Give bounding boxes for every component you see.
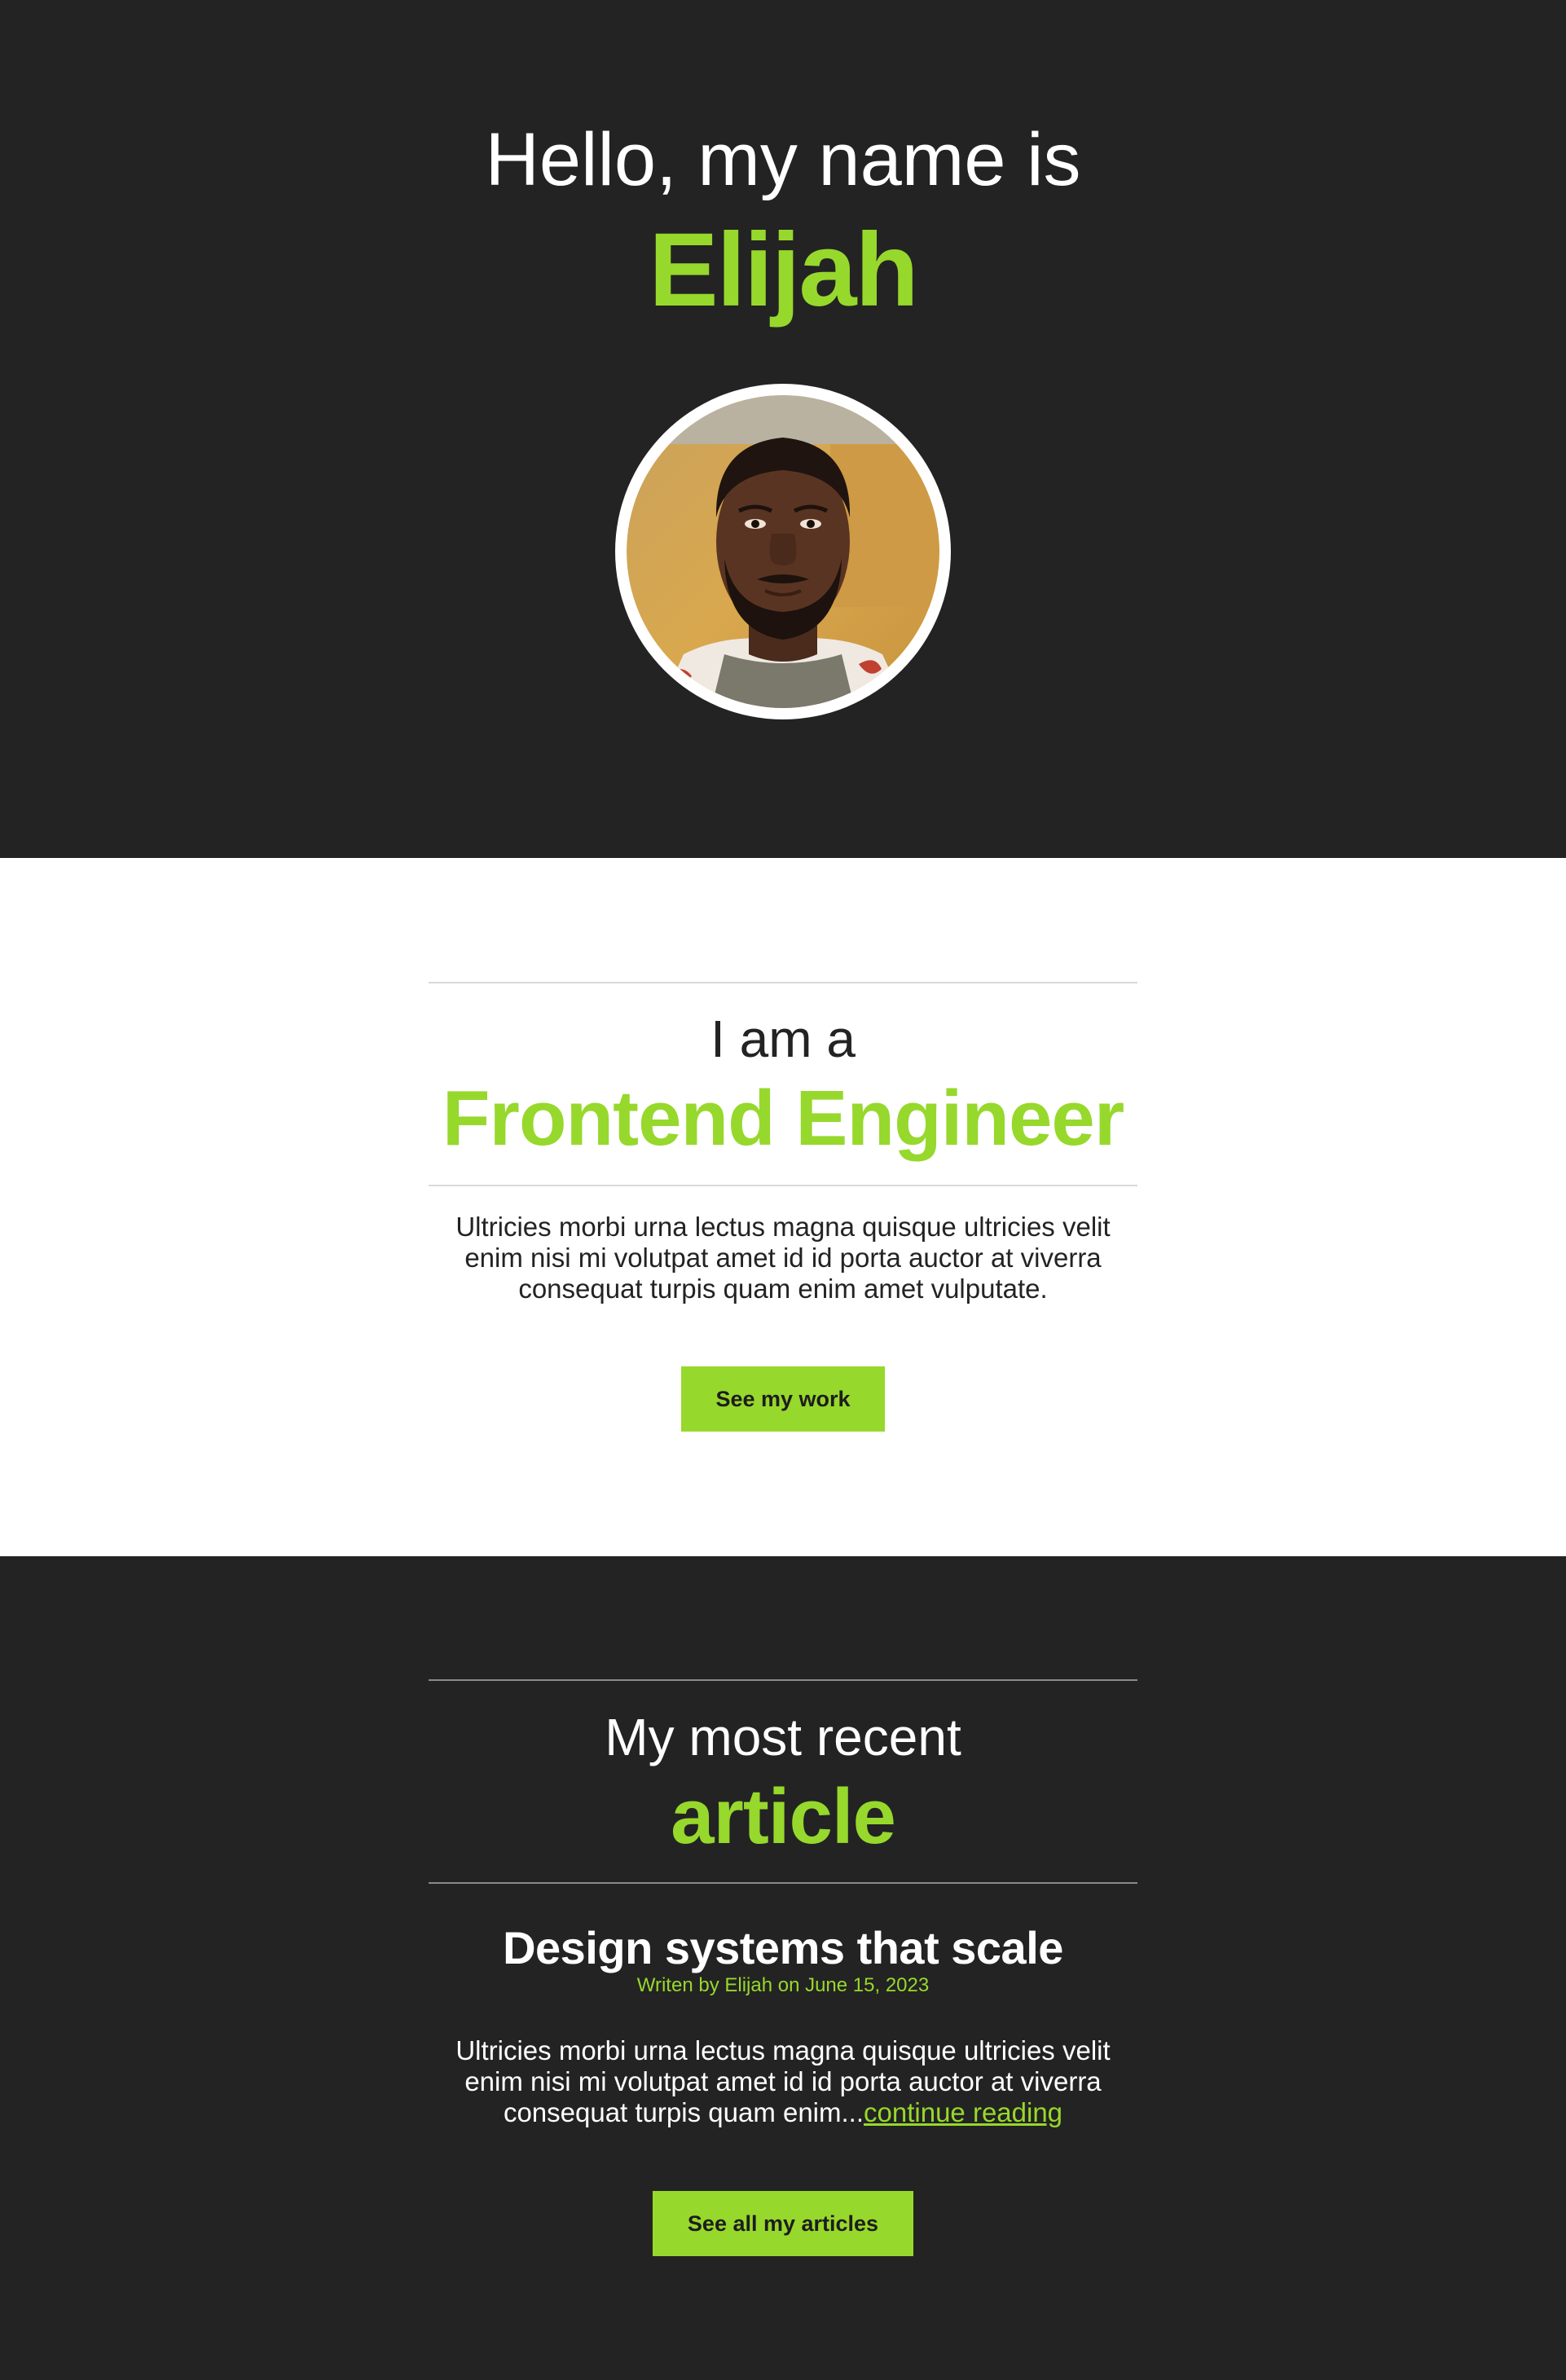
- article-heading: article: [671, 1773, 896, 1860]
- article-section: My most recent article Design systems th…: [0, 1556, 1566, 2380]
- hero-intro-text: Hello, my name is: [485, 118, 1081, 201]
- about-kicker: I am a: [710, 1010, 856, 1068]
- article-kicker: My most recent: [605, 1708, 961, 1766]
- article-title[interactable]: Design systems that scale: [0, 1925, 1566, 1971]
- avatar: [627, 395, 939, 708]
- article-excerpt: Ultricies morbi urna lectus magna quisqu…: [429, 2035, 1137, 2128]
- about-section: I am a Frontend Engineer Ultricies morbi…: [0, 858, 1566, 1556]
- hero-name: Elijah: [649, 212, 918, 328]
- divider-top: [429, 982, 1137, 983]
- article-meta: Writen by Elijah on June 15, 2023: [636, 1974, 930, 1996]
- divider-bottom: [429, 1882, 1137, 1884]
- divider-bottom: [429, 1185, 1137, 1186]
- divider-top: [429, 1679, 1137, 1681]
- avatar-frame: [615, 384, 951, 719]
- role-heading: Frontend Engineer: [442, 1075, 1124, 1162]
- see-all-articles-button[interactable]: See all my articles: [653, 2191, 913, 2256]
- continue-reading-link[interactable]: continue reading: [864, 2097, 1062, 2127]
- see-my-work-button[interactable]: See my work: [681, 1366, 885, 1432]
- about-description: Ultricies morbi urna lectus magna quisqu…: [455, 1212, 1111, 1304]
- hero-section: Hello, my name is Elijah: [0, 0, 1566, 858]
